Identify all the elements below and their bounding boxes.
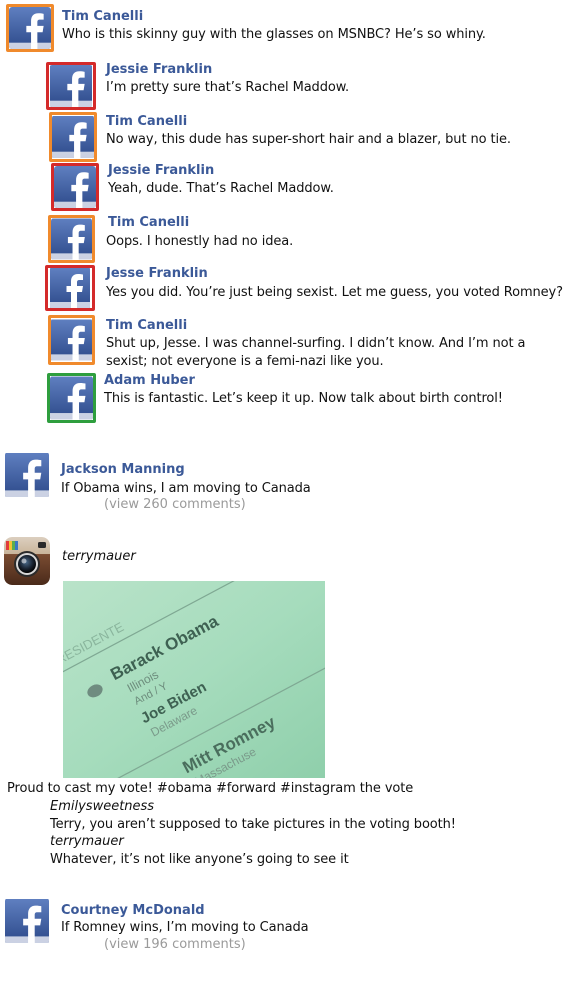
facebook-icon[interactable]	[51, 218, 92, 260]
commenter-name[interactable]: Tim Canelli	[62, 9, 143, 24]
facebook-icon[interactable]	[5, 452, 49, 498]
commenter-name[interactable]: Tim Canelli	[106, 114, 187, 129]
post-text: If Obama wins, I am moving to Canada	[61, 481, 311, 496]
poster-name[interactable]: Jackson Manning	[61, 462, 185, 477]
comment-text: I’m pretty sure that’s Rachel Maddow.	[106, 80, 350, 95]
facebook-icon[interactable]	[5, 898, 49, 944]
commenter-name[interactable]: Jessie Franklin	[106, 62, 212, 77]
commenter-name[interactable]: Tim Canelli	[108, 215, 189, 230]
view-comments-link[interactable]: (view 196 comments)	[104, 937, 246, 952]
commenter-name[interactable]: Jessie Franklin	[108, 163, 214, 178]
comment-text: Yes you did. You’re just being sexist. L…	[106, 285, 563, 300]
facebook-icon[interactable]	[9, 7, 51, 49]
facebook-icon[interactable]	[50, 376, 93, 420]
facebook-icon[interactable]	[52, 115, 94, 159]
comment-text: No way, this dude has super-short hair a…	[106, 132, 511, 147]
ballot-photo[interactable]: PRESIDENTE Barack Obama Illinois And / Y…	[63, 581, 325, 778]
comment-text: This is fantastic. Let’s keep it up. Now…	[104, 391, 503, 406]
commenter-name[interactable]: Tim Canelli	[106, 318, 187, 333]
facebook-icon[interactable]	[49, 65, 93, 107]
comment-text: Who is this skinny guy with the glasses …	[62, 27, 486, 42]
comment-username[interactable]: terrymauer	[50, 834, 124, 849]
poster-name[interactable]: Courtney McDonald	[61, 903, 205, 918]
post-text: If Romney wins, I’m moving to Canada	[61, 920, 309, 935]
instagram-username[interactable]: terrymauer	[62, 549, 136, 564]
view-comments-link[interactable]: (view 260 comments)	[104, 497, 246, 512]
commenter-name[interactable]: Adam Huber	[104, 373, 195, 388]
comment-text: Shut up, Jesse. I was channel-surfing. I…	[106, 336, 526, 369]
facebook-icon[interactable]	[48, 268, 92, 308]
facebook-icon[interactable]	[54, 166, 96, 208]
comment-username[interactable]: Emilysweetness	[50, 799, 154, 814]
comment-text: Yeah, dude. That’s Rachel Maddow.	[108, 181, 334, 196]
instagram-icon[interactable]	[4, 537, 50, 585]
comment-text: Terry, you aren’t supposed to take pictu…	[50, 817, 456, 832]
comment-text: Whatever, it’s not like anyone’s going t…	[50, 852, 349, 867]
facebook-icon[interactable]	[51, 318, 92, 362]
commenter-name[interactable]: Jesse Franklin	[106, 266, 208, 281]
photo-caption: Proud to cast my vote! #obama #forward #…	[7, 781, 414, 796]
comment-text: Oops. I honestly had no idea.	[106, 234, 294, 249]
